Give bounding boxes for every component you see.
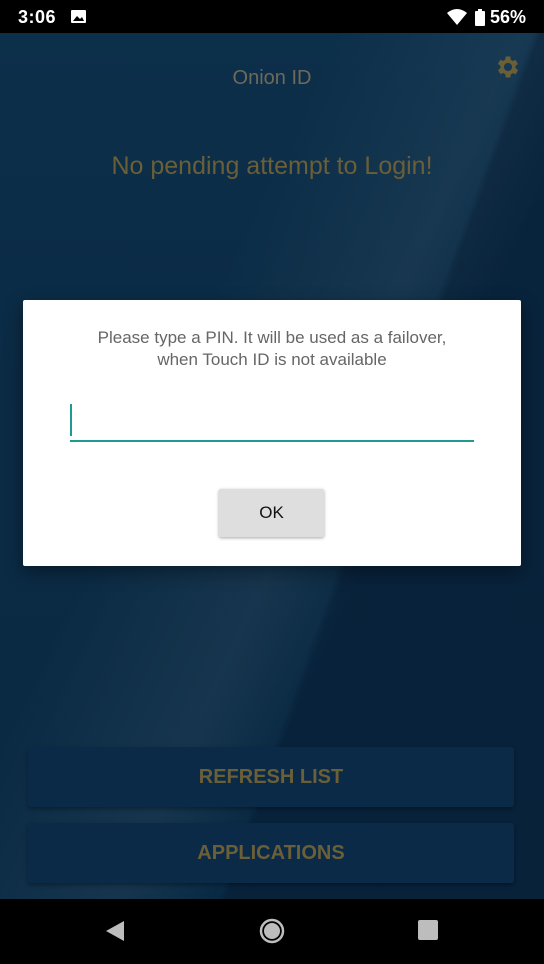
back-icon[interactable] [104, 919, 126, 943]
phone-screen: 3:06 56% Onion ID No pending attempt to … [0, 0, 544, 964]
gear-icon[interactable] [494, 53, 522, 81]
navigation-bar [0, 899, 544, 964]
wifi-icon [446, 9, 467, 25]
ok-button[interactable]: OK [219, 489, 324, 537]
battery-icon [474, 8, 485, 26]
status-right-group: 56% [446, 6, 526, 27]
dialog-message-line-1: Please type a PIN. It will be used as a … [97, 328, 447, 347]
recent-apps-icon[interactable] [418, 920, 438, 940]
applications-button[interactable]: APPLICATIONS [28, 823, 514, 883]
pending-login-message: No pending attempt to Login! [111, 152, 433, 180]
image-icon [71, 10, 86, 23]
battery-percent: 56% [489, 6, 526, 27]
pin-input[interactable] [70, 404, 474, 442]
pin-dialog: Please type a PIN. It will be used as a … [23, 300, 521, 566]
dialog-message: Please type a PIN. It will be used as a … [53, 327, 491, 371]
home-icon[interactable] [259, 918, 285, 944]
status-bar: 3:06 56% [0, 0, 544, 33]
dialog-message-line-2: when Touch ID is not available [157, 350, 387, 369]
app-title: Onion ID [232, 67, 312, 89]
status-time: 3:06 [18, 7, 57, 27]
text-caret [70, 404, 72, 436]
refresh-list-button[interactable]: REFRESH LIST [28, 747, 514, 807]
